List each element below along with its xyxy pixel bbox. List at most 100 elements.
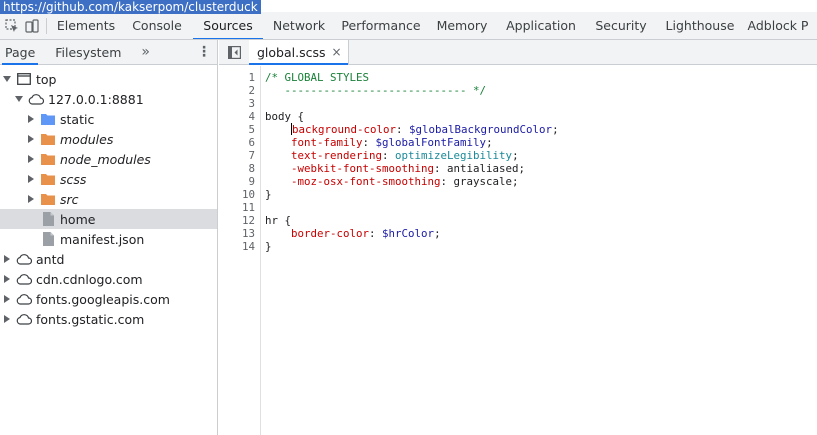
line-number[interactable]: 6 <box>225 136 255 149</box>
code-token: font-family <box>291 136 363 149</box>
navigator-pane: Page Filesystem » ⋮ top 127.0.0.1:8881 sta… <box>0 40 218 435</box>
cloud-icon <box>16 271 32 287</box>
tree-item-label: scss <box>60 171 87 187</box>
collapsed-arrow-icon[interactable] <box>26 134 36 144</box>
collapsed-arrow-icon[interactable] <box>2 274 12 284</box>
line-number[interactable]: 10 <box>225 188 255 201</box>
tree-item[interactable]: fonts.gstatic.com <box>0 309 217 329</box>
code-token: -moz-osx-font-smoothing <box>291 175 441 188</box>
toggle-navigator-icon[interactable] <box>219 40 249 64</box>
code-line[interactable]: border-color: $hrColor; <box>265 227 441 240</box>
code-line[interactable]: background-color: $globalBackgroundColor… <box>265 123 559 136</box>
collapsed-arrow-icon[interactable] <box>26 114 36 124</box>
collapsed-arrow-icon[interactable] <box>2 294 12 304</box>
code-editor[interactable]: 1 2 3 4 5 6 7 8 9 10 11 12 13 14 /* GLOBAL STYLES ---… <box>219 66 817 435</box>
tab-security[interactable]: Security <box>585 12 657 39</box>
more-tabs-button[interactable]: » <box>141 40 150 64</box>
line-number[interactable]: 7 <box>225 149 255 162</box>
close-tab-icon[interactable]: × <box>332 45 342 59</box>
code-line[interactable]: -moz-osx-font-smoothing: grayscale; <box>265 175 519 188</box>
line-number[interactable]: 14 <box>225 240 255 253</box>
tree-item[interactable]: top <box>0 69 217 89</box>
tree-item[interactable]: src <box>0 189 217 209</box>
code-token: border-color <box>291 227 370 240</box>
tree-item[interactable]: manifest.json <box>0 229 217 249</box>
cloud-icon <box>28 91 44 107</box>
tree-item[interactable]: static <box>0 109 217 129</box>
file-tabs: global.scss × <box>219 40 817 65</box>
navigator-menu-button[interactable]: ⋮ <box>191 40 217 64</box>
tree-item[interactable]: modules <box>0 129 217 149</box>
tree-item-label: cdn.cdnlogo.com <box>36 271 143 287</box>
tree-item[interactable]: fonts.googleapis.com <box>0 289 217 309</box>
tree-item-label: 127.0.0.1:8881 <box>48 91 144 107</box>
navigator-tabs: Page Filesystem » ⋮ <box>0 40 217 65</box>
code-line[interactable]: } <box>265 188 272 201</box>
line-number-gutter: 1 2 3 4 5 6 7 8 9 10 11 12 13 14 <box>219 66 261 435</box>
expanded-arrow-icon[interactable] <box>2 74 12 84</box>
tree-item[interactable]: home <box>0 209 217 229</box>
collapsed-arrow-icon[interactable] <box>26 194 36 204</box>
code-line[interactable]: /* GLOBAL STYLES <box>265 71 369 84</box>
tab-memory[interactable]: Memory <box>427 12 497 39</box>
code-token: ; <box>434 227 441 240</box>
tab-page[interactable]: Page <box>1 40 39 65</box>
code-line[interactable]: font-family: $globalFontFamily; <box>265 136 493 149</box>
cloud-icon <box>16 291 32 307</box>
tree-item-label: modules <box>60 131 114 147</box>
line-number[interactable]: 11 <box>225 201 255 214</box>
line-number[interactable]: 8 <box>225 162 255 175</box>
file-icon <box>40 211 56 227</box>
code-token: ; <box>512 149 519 162</box>
tree-item[interactable]: node_modules <box>0 149 217 169</box>
collapsed-arrow-icon[interactable] <box>26 154 36 164</box>
code-line[interactable]: } <box>265 240 272 253</box>
tab-lighthouse[interactable]: Lighthouse <box>657 12 743 39</box>
collapsed-arrow-icon[interactable] <box>2 254 12 264</box>
tab-network[interactable]: Network <box>263 12 335 39</box>
line-number[interactable]: 5 <box>225 123 255 136</box>
tab-console[interactable]: Console <box>121 12 193 39</box>
code-token: : <box>362 136 376 149</box>
line-number[interactable]: 4 <box>225 110 255 123</box>
collapsed-arrow-icon[interactable] <box>26 174 36 184</box>
file-tab-global-scss[interactable]: global.scss × <box>249 40 349 65</box>
code-token: text-rendering <box>291 149 383 162</box>
code-line[interactable]: text-rendering: optimizeLegibility; <box>265 149 519 162</box>
line-number[interactable]: 13 <box>225 227 255 240</box>
line-number[interactable]: 9 <box>225 175 255 188</box>
collapsed-arrow-icon[interactable] <box>2 314 12 324</box>
tree-item[interactable]: cdn.cdnlogo.com <box>0 269 217 289</box>
tab-adblock-p[interactable]: Adblock P <box>743 12 813 39</box>
line-number[interactable]: 3 <box>225 97 255 110</box>
tab-performance[interactable]: Performance <box>335 12 427 39</box>
code-line[interactable]: ---------------------------- */ <box>265 84 487 97</box>
tab-application[interactable]: Application <box>497 12 585 39</box>
tree-item-label: top <box>36 71 57 87</box>
line-number[interactable]: 2 <box>225 84 255 97</box>
tree-item[interactable]: 127.0.0.1:8881 <box>0 89 217 109</box>
line-number[interactable]: 1 <box>225 71 255 84</box>
tree-item-label: home <box>60 211 96 227</box>
code-token: : <box>382 149 396 162</box>
expanded-arrow-icon[interactable] <box>14 94 24 104</box>
line-number[interactable]: 12 <box>225 214 255 227</box>
device-toggle-icon[interactable] <box>22 15 42 37</box>
tab-elements[interactable]: Elements <box>51 12 121 39</box>
tree-item[interactable]: scss <box>0 169 217 189</box>
cloud-icon <box>16 251 32 267</box>
tab-sources[interactable]: Sources <box>193 12 263 39</box>
code-token: ; <box>552 123 559 136</box>
code-line[interactable]: body { <box>265 110 304 123</box>
tab-filesystem[interactable]: Filesystem <box>55 40 121 64</box>
code-token: background-color <box>292 123 397 136</box>
tree-item[interactable]: antd <box>0 249 217 269</box>
code-line[interactable]: -webkit-font-smoothing: antialiased; <box>265 162 525 175</box>
code-line[interactable]: hr { <box>265 214 291 227</box>
inspect-element-icon[interactable] <box>2 15 22 37</box>
code-token: : grayscale; <box>440 175 519 188</box>
cloud-icon <box>16 311 32 327</box>
